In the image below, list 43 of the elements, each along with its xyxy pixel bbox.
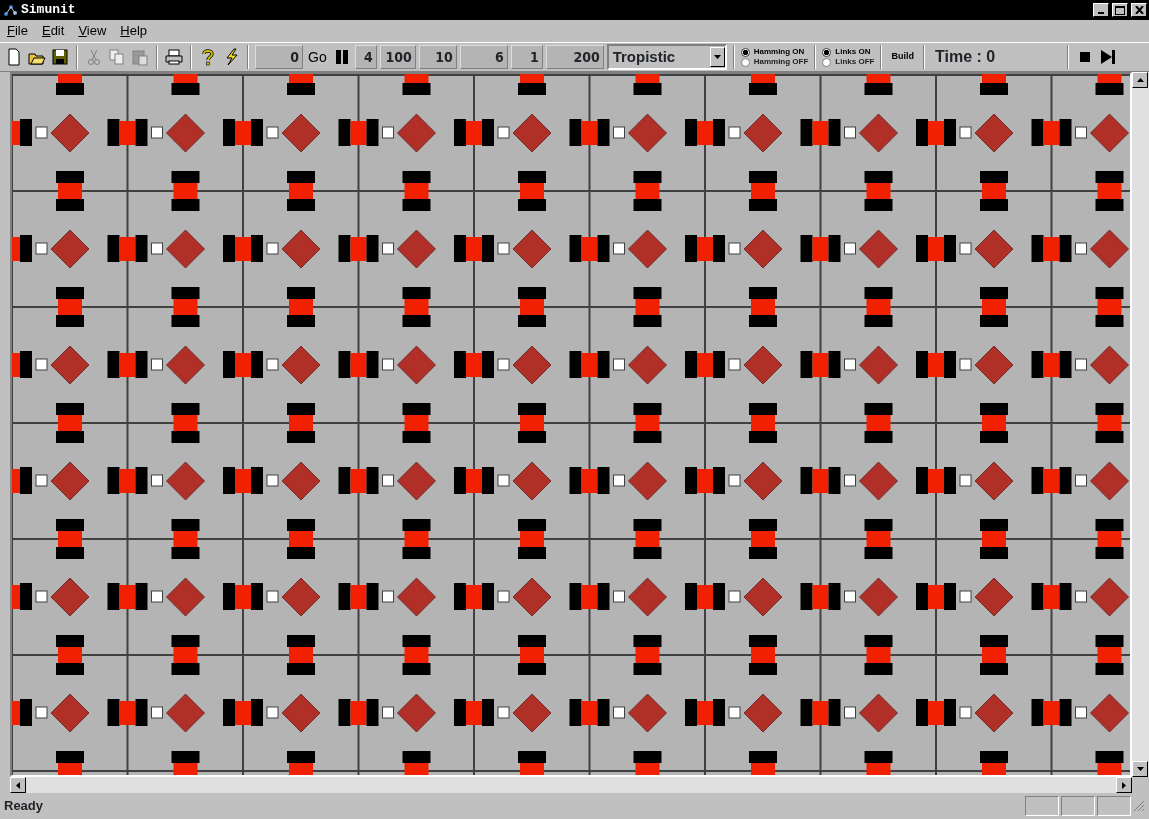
- save-icon[interactable]: [50, 47, 70, 67]
- number-field[interactable]: 1: [510, 45, 543, 69]
- scroll-up-button[interactable]: [1132, 72, 1148, 88]
- left-arrow-icon: [16, 781, 20, 789]
- time-label: Time : 0: [934, 47, 997, 67]
- step-forward-icon[interactable]: [1098, 47, 1118, 67]
- down-arrow-icon: [1136, 767, 1144, 771]
- menu-item[interactable]: File: [2, 21, 33, 41]
- build-button[interactable]: Build: [888, 50, 917, 64]
- maximize-icon: [1115, 5, 1125, 15]
- dropdown-arrow-icon: [713, 55, 721, 59]
- number-field[interactable]: 200: [545, 45, 604, 69]
- scroll-down-button[interactable]: [1132, 761, 1148, 777]
- number-field[interactable]: 10: [418, 45, 457, 69]
- up-arrow-icon: [1136, 78, 1144, 82]
- right-arrow-icon: [1122, 781, 1126, 789]
- printer-icon[interactable]: [164, 47, 184, 67]
- scroll-right-button[interactable]: [1116, 777, 1132, 793]
- radio-button[interactable]: Hamming ON: [740, 47, 809, 57]
- menu-item[interactable]: Edit: [36, 21, 70, 41]
- window-title: Simunit: [21, 1, 76, 20]
- status-pane: [1025, 796, 1059, 816]
- go-button[interactable]: Go: [306, 46, 329, 68]
- number-field[interactable]: 100: [379, 45, 416, 69]
- maximize-button[interactable]: [1112, 3, 1128, 17]
- close-button[interactable]: [1131, 3, 1147, 17]
- number-field[interactable]: 0: [255, 45, 303, 69]
- menu-item[interactable]: Help: [115, 21, 153, 41]
- minimize-button[interactable]: [1093, 3, 1109, 17]
- close-icon: [1134, 6, 1144, 14]
- mode-dropdown[interactable]: Tropistic: [606, 44, 727, 70]
- number-field[interactable]: 6: [459, 45, 508, 69]
- status-pane: [1061, 796, 1095, 816]
- number-field[interactable]: 4: [354, 45, 377, 69]
- scroll-left-button[interactable]: [10, 777, 26, 793]
- radio-button[interactable]: Links ON: [822, 47, 875, 57]
- radio-button[interactable]: Hamming OFF: [740, 57, 809, 67]
- status-pane: [1097, 796, 1131, 816]
- menu-item[interactable]: View: [73, 21, 112, 41]
- status-text: Ready: [4, 797, 45, 816]
- resize-grip-icon[interactable]: [1133, 800, 1145, 812]
- app-icon: [2, 2, 18, 18]
- radio-button[interactable]: Links OFF: [822, 57, 875, 67]
